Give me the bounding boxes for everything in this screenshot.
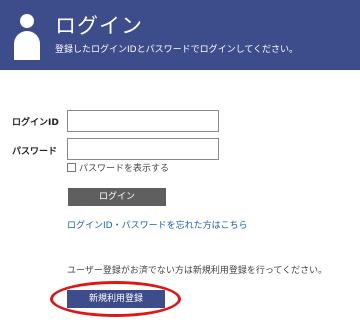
user-icon bbox=[14, 14, 40, 60]
login-id-label: ログインID bbox=[12, 118, 59, 128]
register-button[interactable]: 新規利用登録 bbox=[67, 290, 165, 308]
page-subtitle: 登録したログインIDとパスワードでログインしてください。 bbox=[55, 45, 299, 55]
password-label: パスワード bbox=[12, 147, 58, 157]
show-password-label: パスワードを表示する bbox=[79, 164, 170, 174]
login-header: ログイン 登録したログインIDとパスワードでログインしてください。 bbox=[0, 0, 360, 70]
show-password-checkbox[interactable] bbox=[67, 163, 76, 172]
password-input[interactable] bbox=[67, 138, 219, 160]
page-title: ログイン bbox=[55, 14, 143, 38]
register-note: ユーザー登録がお済でない方は新規利用登録を行ってください。 bbox=[67, 266, 328, 276]
show-password-toggle[interactable]: パスワードを表示する bbox=[67, 161, 169, 174]
login-button[interactable]: ログイン bbox=[68, 188, 166, 206]
login-id-input[interactable] bbox=[67, 110, 219, 132]
forgot-credentials-link[interactable]: ログインID・パスワードを忘れた方はこちら bbox=[67, 218, 248, 231]
